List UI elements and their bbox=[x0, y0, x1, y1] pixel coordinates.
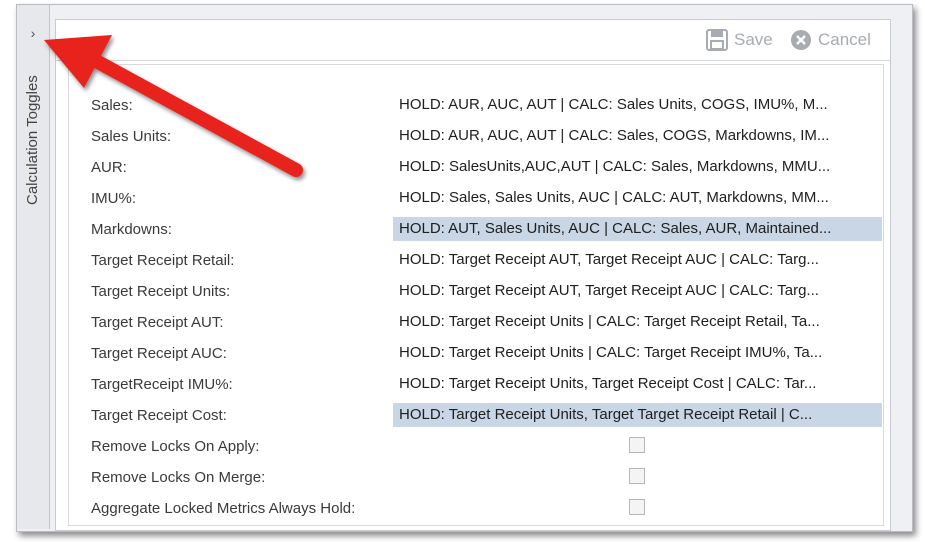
row-label: IMU%: bbox=[91, 190, 136, 207]
row-aur: AUR: HOLD: SalesUnits,AUC,AUT | CALC: Sa… bbox=[69, 153, 883, 181]
row-label: Target Receipt AUT: bbox=[91, 314, 224, 331]
row-target-receipt-units: Target Receipt Units: HOLD: Target Recei… bbox=[69, 277, 883, 305]
row-label: Aggregate Locked Metrics Always Hold: bbox=[91, 500, 356, 517]
row-label: Target Receipt Cost: bbox=[91, 407, 227, 424]
chevron-right-icon[interactable]: › bbox=[25, 25, 41, 41]
row-label: Remove Locks On Apply: bbox=[91, 438, 260, 455]
row-label: Remove Locks On Merge: bbox=[91, 469, 266, 486]
row-label: Sales Units: bbox=[91, 128, 172, 145]
toolbar: Save Cancel bbox=[56, 20, 890, 61]
remove-locks-on-apply-checkbox[interactable] bbox=[629, 437, 645, 453]
row-value-field[interactable]: HOLD: Target Receipt Units | CALC: Targe… bbox=[393, 310, 882, 334]
row-imu: IMU%: HOLD: Sales, Sales Units, AUC | CA… bbox=[69, 184, 883, 212]
row-value-field[interactable]: HOLD: SalesUnits,AUC,AUT | CALC: Sales, … bbox=[393, 155, 882, 179]
row-label: Target Receipt AUC: bbox=[91, 345, 227, 362]
collapsed-side-panel[interactable]: › Calculation Toggles bbox=[17, 5, 50, 529]
aggregate-locked-metrics-checkbox[interactable] bbox=[629, 499, 645, 515]
row-markdowns: Markdowns: HOLD: AUT, Sales Units, AUC |… bbox=[69, 215, 883, 243]
toggles-form: Sales: HOLD: AUR, AUC, AUT | CALC: Sales… bbox=[68, 64, 884, 526]
row-remove-locks-on-apply: Remove Locks On Apply: bbox=[69, 432, 883, 460]
cancel-button[interactable]: Cancel bbox=[790, 29, 871, 51]
side-panel-title: Calculation Toggles bbox=[19, 75, 47, 365]
calculation-toggles-window: › Calculation Toggles Save Cancel Sales:… bbox=[16, 4, 913, 532]
row-target-receipt-retail: Target Receipt Retail: HOLD: Target Rece… bbox=[69, 246, 883, 274]
save-label: Save bbox=[734, 30, 773, 49]
row-target-receipt-aut: Target Receipt AUT: HOLD: Target Receipt… bbox=[69, 308, 883, 336]
row-value-field[interactable]: HOLD: AUR, AUC, AUT | CALC: Sales, COGS,… bbox=[393, 124, 882, 148]
row-value-field[interactable]: HOLD: Sales, Sales Units, AUC | CALC: AU… bbox=[393, 186, 882, 210]
row-label: Markdowns: bbox=[91, 221, 172, 238]
row-remove-locks-on-merge: Remove Locks On Merge: bbox=[69, 463, 883, 491]
row-target-receipt-imu: TargetReceipt IMU%: HOLD: Target Receipt… bbox=[69, 370, 883, 398]
toggles-dialog: Save Cancel Sales: HOLD: AUR, AUC, AUT |… bbox=[55, 19, 891, 531]
row-aggregate-locked-metrics: Aggregate Locked Metrics Always Hold: bbox=[69, 494, 883, 522]
row-value-field[interactable]: HOLD: Target Receipt AUT, Target Receipt… bbox=[393, 279, 882, 303]
save-button[interactable]: Save bbox=[706, 29, 773, 51]
row-value-field[interactable]: HOLD: Target Receipt Units, Target Recei… bbox=[393, 372, 882, 396]
row-value-field-selected[interactable]: HOLD: Target Receipt Units, Target Targe… bbox=[393, 403, 882, 427]
row-value-field-selected[interactable]: HOLD: AUT, Sales Units, AUC | CALC: Sale… bbox=[393, 217, 882, 241]
row-value-field[interactable]: HOLD: AUR, AUC, AUT | CALC: Sales Units,… bbox=[393, 93, 882, 117]
row-label: Target Receipt Retail: bbox=[91, 252, 235, 269]
row-label: Target Receipt Units: bbox=[91, 283, 231, 300]
row-target-receipt-auc: Target Receipt AUC: HOLD: Target Receipt… bbox=[69, 339, 883, 367]
remove-locks-on-merge-checkbox[interactable] bbox=[629, 468, 645, 484]
save-icon bbox=[706, 29, 728, 51]
row-value-field[interactable]: HOLD: Target Receipt AUT, Target Receipt… bbox=[393, 248, 882, 272]
row-sales: Sales: HOLD: AUR, AUC, AUT | CALC: Sales… bbox=[69, 91, 883, 119]
row-sales-units: Sales Units: HOLD: AUR, AUC, AUT | CALC:… bbox=[69, 122, 883, 150]
row-label: AUR: bbox=[91, 159, 127, 176]
row-value-field[interactable]: HOLD: Target Receipt Units | CALC: Targe… bbox=[393, 341, 882, 365]
row-target-receipt-cost: Target Receipt Cost: HOLD: Target Receip… bbox=[69, 401, 883, 429]
side-panel-title-text: Calculation Toggles bbox=[24, 75, 41, 205]
cancel-icon bbox=[791, 30, 811, 50]
cancel-label: Cancel bbox=[818, 30, 871, 49]
row-label: Sales: bbox=[91, 97, 133, 114]
row-label: TargetReceipt IMU%: bbox=[91, 376, 233, 393]
